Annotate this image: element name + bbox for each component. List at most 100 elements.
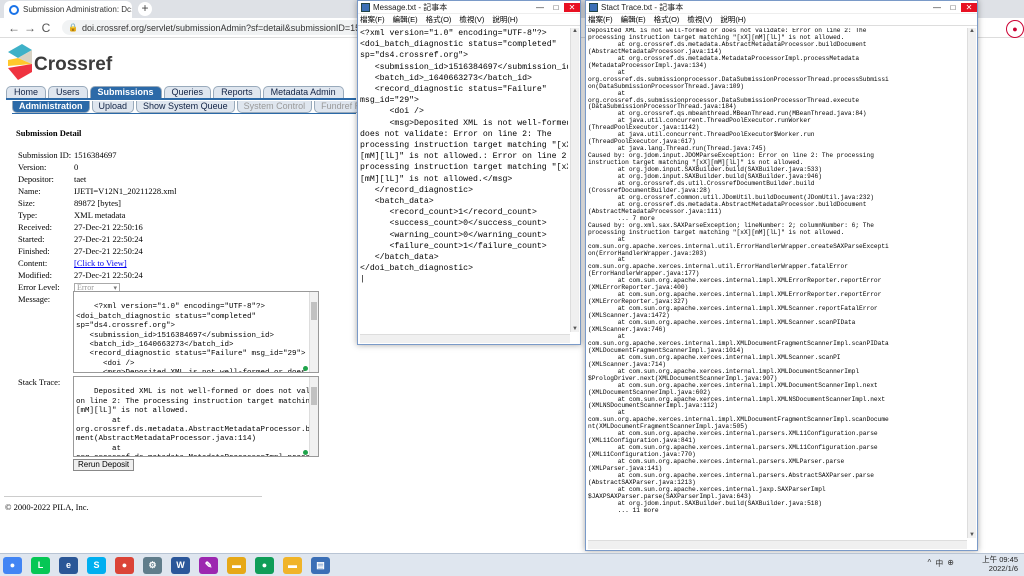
- settings-icon[interactable]: ⚙: [143, 556, 162, 574]
- field-value: 27-Dec-21 22:50:24: [74, 234, 143, 244]
- field-row: Submission ID: 1516384697: [18, 150, 117, 161]
- network-icon[interactable]: ⊕: [947, 558, 954, 569]
- field-value: 0: [74, 162, 79, 172]
- folder-icon[interactable]: ▬: [227, 556, 246, 574]
- subtab-show-system-queue[interactable]: Show System Queue: [136, 101, 235, 113]
- paint-icon[interactable]: ✎: [199, 556, 218, 574]
- chrome-icon[interactable]: ●: [255, 556, 274, 574]
- tab-close-icon[interactable]: ×: [131, 5, 132, 15]
- field-row: Version: 0: [18, 162, 78, 173]
- input-method-icon[interactable]: 中: [935, 558, 943, 569]
- subtab-system-control[interactable]: System Control: [236, 101, 313, 113]
- menu-view[interactable]: 檢視(V): [687, 14, 712, 25]
- menu-file[interactable]: 檔案(F): [360, 14, 385, 25]
- maximize-icon[interactable]: □: [548, 3, 564, 12]
- stack-trace-textarea[interactable]: Deposited XML is not well-formed or does…: [73, 376, 319, 457]
- close-icon[interactable]: ✕: [564, 2, 580, 12]
- field-value: IJETI=V12N1_20211228.xml: [74, 186, 177, 196]
- nav-tab-metadata-admin[interactable]: Metadata Admin: [262, 86, 344, 98]
- field-label: Depositor:: [18, 174, 54, 184]
- clock-date: 2022/1/6: [988, 564, 1018, 573]
- field-label: Modified:: [18, 270, 52, 280]
- field-row: Size: 89872 [bytes]: [18, 198, 121, 209]
- forward-icon[interactable]: →: [22, 21, 38, 35]
- minimize-icon[interactable]: —: [532, 3, 548, 12]
- menu-edit[interactable]: 編輯(E): [393, 14, 418, 25]
- explorer-icon[interactable]: e: [59, 556, 78, 574]
- field-label: Type:: [18, 210, 38, 220]
- field-label: Size:: [18, 198, 35, 208]
- stack-trace-scrollbar[interactable]: [309, 377, 318, 456]
- nav-tab-reports[interactable]: Reports: [213, 86, 261, 98]
- subtab-upload[interactable]: Upload: [91, 101, 135, 113]
- reload-icon[interactable]: C: [38, 21, 54, 35]
- field-value: 1516384697: [74, 150, 117, 160]
- field-value: XML metadata: [74, 210, 126, 220]
- notepad-icon[interactable]: ▤: [311, 556, 330, 574]
- nav-tab-users[interactable]: Users: [48, 86, 88, 98]
- subtab-administration[interactable]: Administration: [12, 101, 90, 113]
- notepad-text-area[interactable]: Deposited XML is not well-formed or does…: [588, 28, 965, 548]
- menu-view[interactable]: 檢視(V): [459, 14, 484, 25]
- nav-tab-home[interactable]: Home: [6, 86, 47, 98]
- back-icon[interactable]: ←: [6, 21, 22, 35]
- stack-trace-notepad-window: Stact Trace.txt - 記事本 — □ ✕ 檔案(F) 編輯(E) …: [585, 0, 978, 551]
- vertical-scrollbar[interactable]: [570, 28, 579, 332]
- new-tab-button[interactable]: +: [138, 2, 152, 16]
- field-label: Stack Trace:: [18, 377, 61, 387]
- taskbar-clock[interactable]: 上午 09:45 2022/1/6: [958, 555, 1018, 573]
- field-label: Finished:: [18, 246, 50, 256]
- message-notepad-window: Message.txt - 記事本 — □ ✕ 檔案(F) 編輯(E) 格式(O…: [357, 0, 581, 345]
- maximize-icon[interactable]: □: [945, 3, 961, 12]
- url-input[interactable]: 🔒 doi.crossref.org/servlet/submissionAdm…: [62, 20, 402, 35]
- field-label: Received:: [18, 222, 52, 232]
- rerun-deposit-button[interactable]: Rerun Deposit: [73, 459, 135, 471]
- field-label: Error Level:: [18, 282, 60, 292]
- message-text: <?xml version="1.0" encoding="UTF-8"?> <…: [76, 303, 318, 372]
- profile-avatar[interactable]: ●: [1006, 20, 1024, 38]
- field-label: Version:: [18, 162, 47, 172]
- chrome-icon[interactable]: ●: [3, 556, 22, 574]
- vertical-scrollbar[interactable]: [967, 28, 976, 538]
- window-controls: — □ ✕: [929, 2, 977, 12]
- word-icon[interactable]: W: [171, 556, 190, 574]
- taskbar: ● L e S ● ⚙ W ✎ ▬ ● ▬ ▤: [0, 553, 1024, 576]
- menu-bar: 檔案(F) 編輯(E) 格式(O) 檢視(V) 說明(H): [358, 14, 580, 26]
- skype-icon[interactable]: S: [87, 556, 106, 574]
- message-textarea[interactable]: <?xml version="1.0" encoding="UTF-8"?> <…: [73, 291, 319, 373]
- horizontal-scrollbar[interactable]: [360, 334, 570, 343]
- minimize-icon[interactable]: —: [929, 3, 945, 12]
- browser-tab[interactable]: Submission Administration: Dc ×: [4, 1, 132, 18]
- notepad-text-area[interactable]: <?xml version="1.0" encoding="UTF-8"?> <…: [360, 28, 568, 342]
- menu-file[interactable]: 檔案(F): [588, 14, 613, 25]
- menu-format[interactable]: 格式(O): [426, 14, 452, 25]
- resize-grip-icon: [303, 450, 308, 455]
- chrome-icon[interactable]: ●: [115, 556, 134, 574]
- window-titlebar[interactable]: Stact Trace.txt - 記事本 — □ ✕: [586, 1, 977, 14]
- window-title: Stact Trace.txt - 記事本: [601, 2, 684, 12]
- menu-help[interactable]: 說明(H): [720, 14, 745, 25]
- field-row: Depositor: taet: [18, 174, 86, 185]
- folder-icon[interactable]: ▬: [283, 556, 302, 574]
- page-title: Submission Detail: [16, 128, 82, 138]
- nav-tab-submissions[interactable]: Submissions: [89, 86, 162, 98]
- menu-format[interactable]: 格式(O): [654, 14, 680, 25]
- field-row: Content: [Click to View]: [18, 258, 127, 269]
- menu-help[interactable]: 說明(H): [492, 14, 517, 25]
- field-label: Started:: [18, 234, 45, 244]
- line-icon[interactable]: L: [31, 556, 50, 574]
- menu-edit[interactable]: 編輯(E): [621, 14, 646, 25]
- content-view-link[interactable]: [Click to View]: [74, 258, 127, 268]
- field-value: 27-Dec-21 22:50:24: [74, 246, 143, 256]
- window-titlebar[interactable]: Message.txt - 記事本 — □ ✕: [358, 1, 580, 14]
- resize-grip-icon: [303, 366, 308, 371]
- nav-divider: [6, 98, 356, 100]
- nav-tab-queries[interactable]: Queries: [163, 86, 212, 98]
- close-icon[interactable]: ✕: [961, 2, 977, 12]
- message-scrollbar[interactable]: [309, 292, 318, 372]
- field-row: Started: 27-Dec-21 22:50:24: [18, 234, 143, 245]
- tray-expand-icon[interactable]: ^: [928, 558, 932, 569]
- field-row: Type: XML metadata: [18, 210, 125, 221]
- horizontal-scrollbar[interactable]: [588, 540, 967, 549]
- field-value: 27-Dec-21 22:50:24: [74, 270, 143, 280]
